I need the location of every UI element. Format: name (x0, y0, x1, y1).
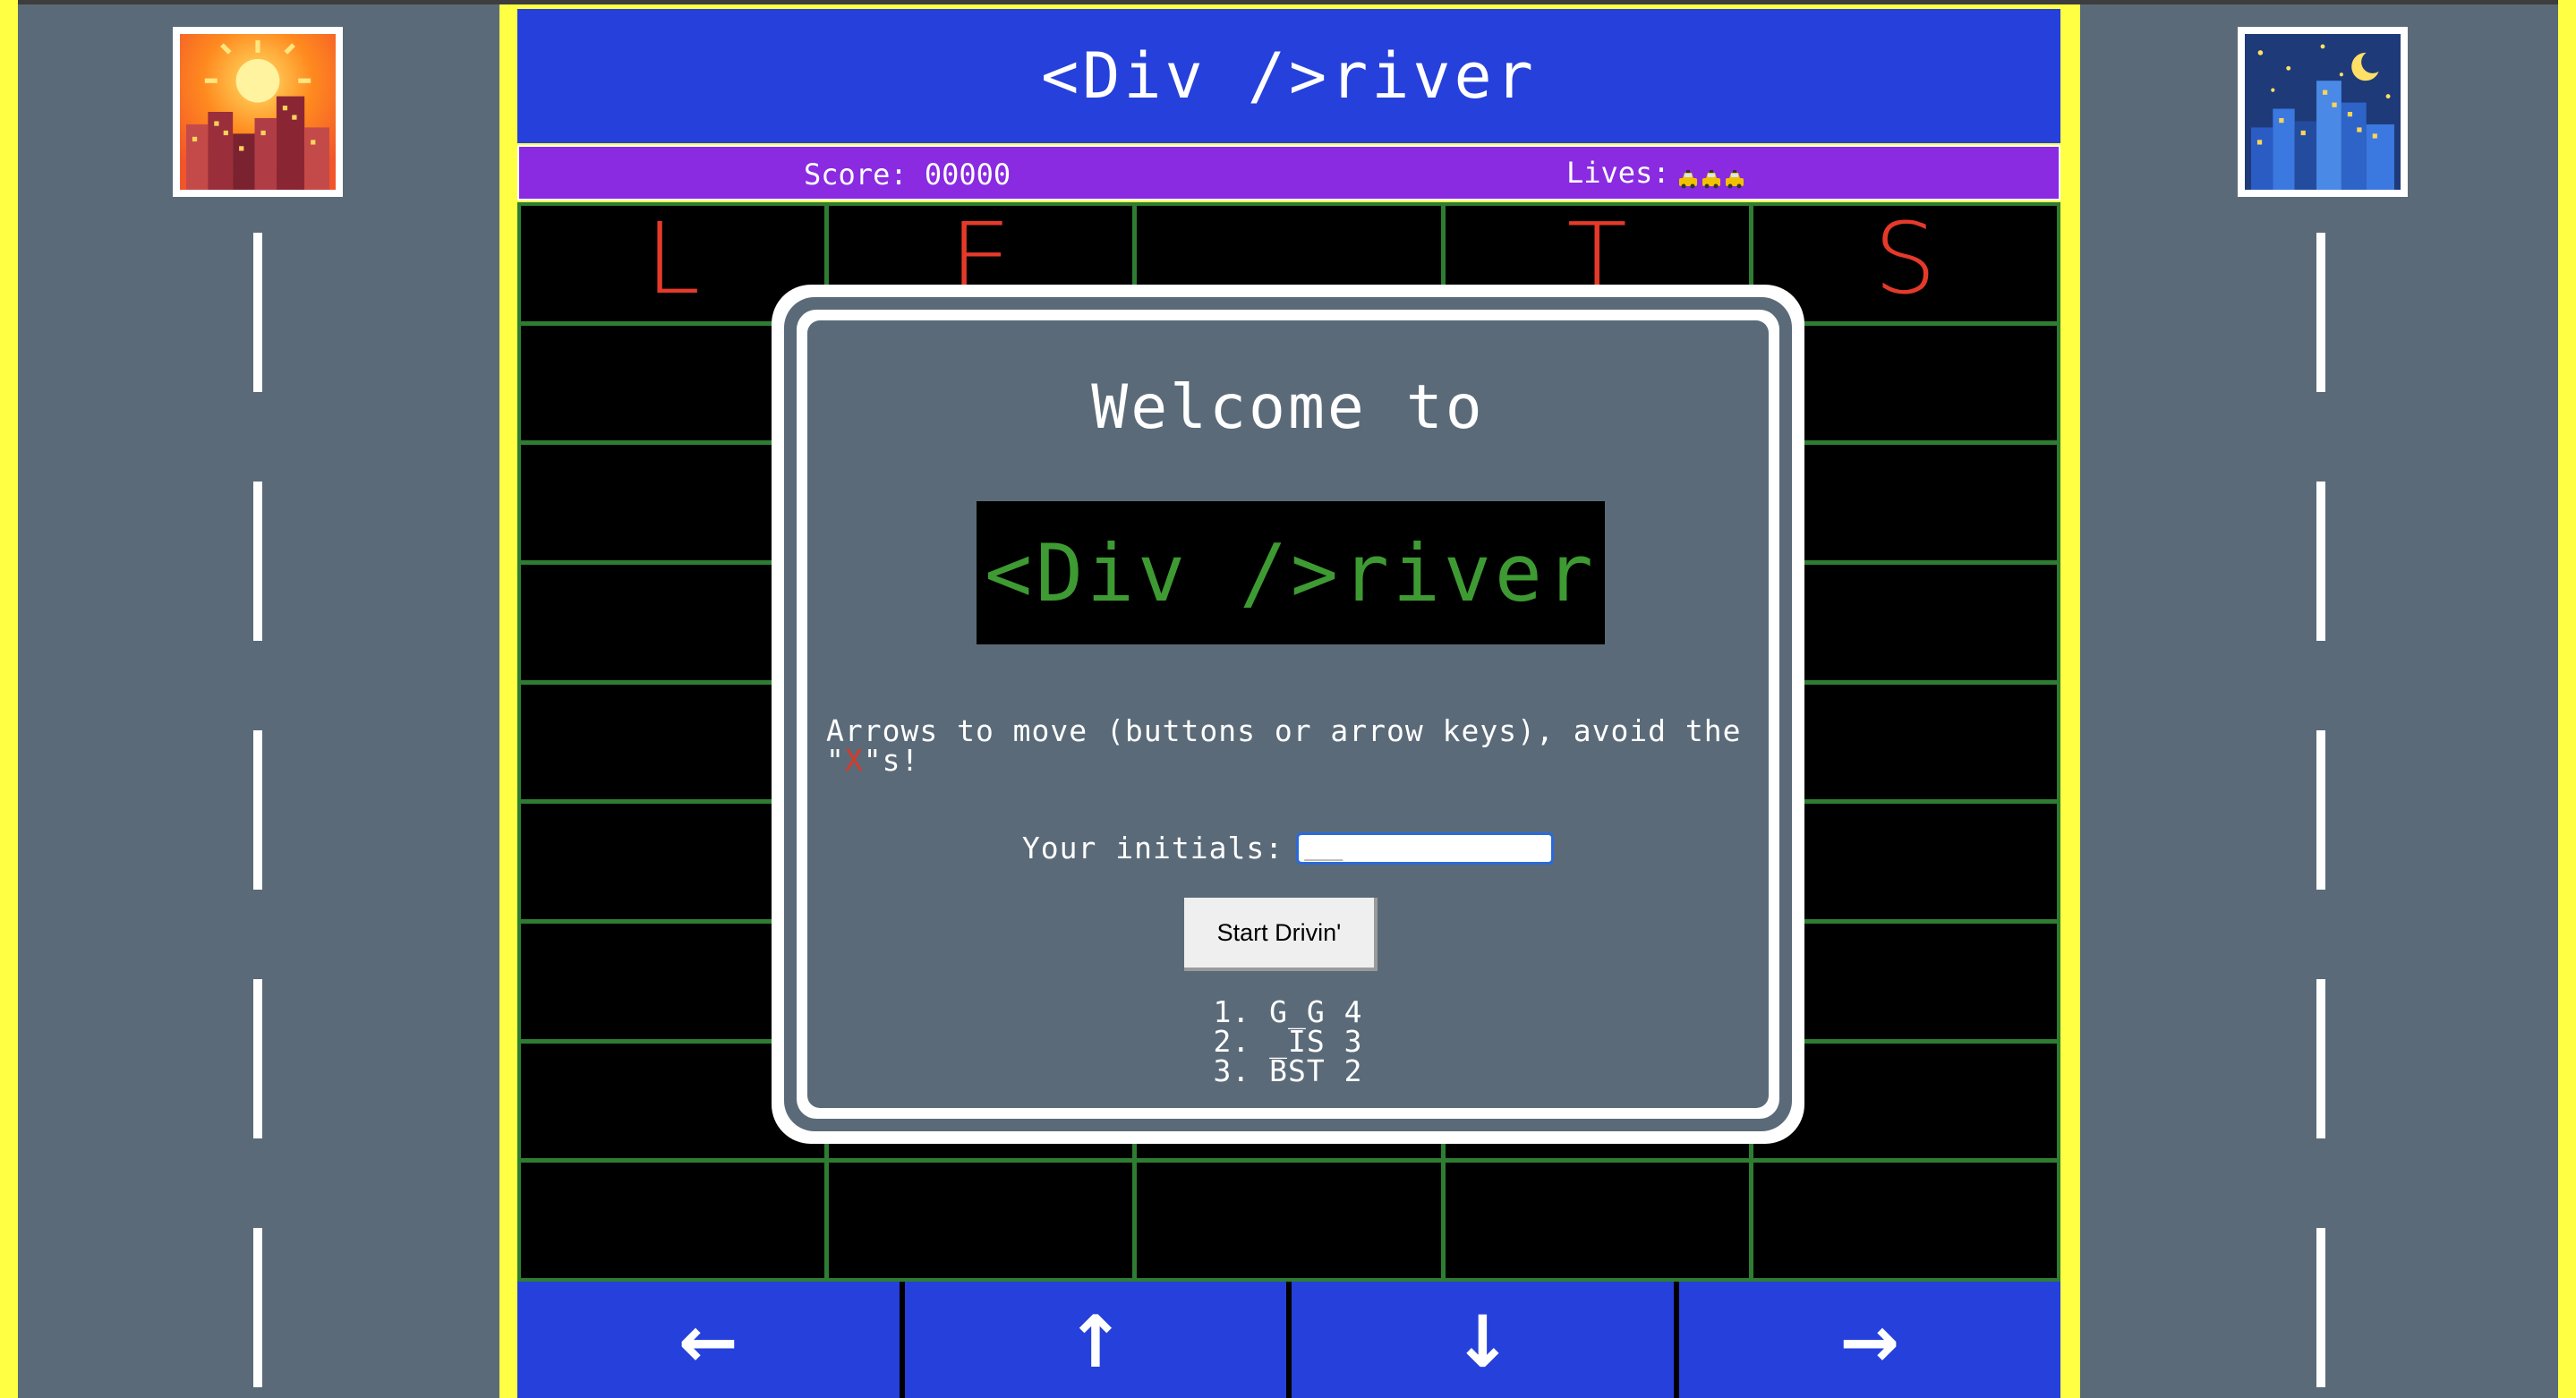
game-page: <Div />river Score: 00000 Lives: LETS ← ↑… (0, 0, 2576, 1398)
x-marker: X (844, 743, 864, 778)
high-score-entry: 2. _IS 3 (1213, 1024, 1363, 1059)
high-score-entry: 1. G_G 4 (1213, 994, 1363, 1029)
arrow-right-icon: → (1839, 1300, 1900, 1384)
lane-dash (2316, 979, 2325, 1138)
lives-icons (1677, 163, 1745, 189)
taxi-icon (1677, 163, 1699, 189)
control-buttons: ← ↑ ↓ → (517, 1282, 2060, 1398)
lane-dash (2316, 730, 2325, 890)
lane-dash (253, 1228, 262, 1387)
arrow-down-icon: ↓ (1452, 1300, 1513, 1384)
right-road-edge (2558, 0, 2576, 1398)
lane-dash (253, 233, 262, 392)
lives-display: Lives: (1566, 156, 1745, 190)
start-button[interactable]: Start Drivin' (1184, 898, 1378, 971)
taxi-icon (1701, 163, 1722, 189)
score-display: Score: 00000 (804, 158, 1011, 192)
lane-dash (253, 482, 262, 641)
arrow-left-icon: ← (678, 1300, 738, 1384)
grid-cell (1445, 1163, 1749, 1278)
grid-cell (1137, 1163, 1441, 1278)
instructions: Arrows to move (buttons or arrow keys), … (826, 713, 1742, 778)
sunset-city-icon (173, 27, 343, 197)
lane-dash (2316, 482, 2325, 641)
lives-label: Lives: (1566, 156, 1670, 190)
lane-dash (253, 730, 262, 890)
night-city-icon (2238, 27, 2408, 197)
welcome-modal: Welcome to <Div />river Arrows to move (… (772, 285, 1804, 1144)
grid-cell (829, 1163, 1133, 1278)
game-title: <Div />river (517, 9, 2060, 143)
high-score-entry: 3. BST 2 (1213, 1053, 1363, 1088)
initials-row: Your initials: (807, 831, 1769, 865)
initials-label: Your initials: (1021, 831, 1284, 865)
up-button[interactable]: ↑ (904, 1282, 1286, 1398)
right-button[interactable]: → (1678, 1282, 2060, 1398)
grid-cell (521, 1163, 825, 1278)
lane-dash (2316, 1228, 2325, 1387)
high-scores-list: 1. G_G 4 2. _IS 3 3. BST 2 (807, 997, 1769, 1086)
down-button[interactable]: ↓ (1292, 1282, 1674, 1398)
arrow-up-icon: ↑ (1065, 1300, 1126, 1384)
modal-body: Welcome to <Div />river Arrows to move (… (807, 320, 1769, 1108)
left-button[interactable]: ← (517, 1282, 900, 1398)
grid-cell (1753, 1163, 2057, 1278)
lane-dash (253, 979, 262, 1138)
welcome-heading: Welcome to (1091, 372, 1485, 443)
lane-dash (2316, 233, 2325, 392)
left-road-edge (0, 0, 18, 1398)
logo: <Div />river (977, 501, 1605, 644)
status-bar: Score: 00000 Lives: (517, 145, 2060, 200)
initials-input[interactable] (1296, 831, 1555, 865)
taxi-icon (1724, 163, 1745, 189)
